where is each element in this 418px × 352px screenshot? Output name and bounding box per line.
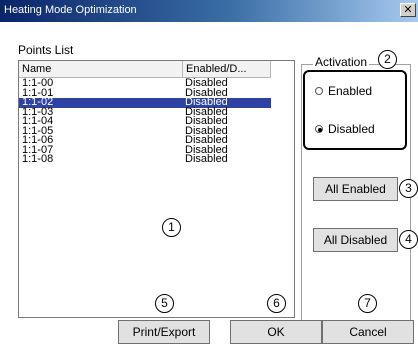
callout-5: 5 <box>155 294 174 313</box>
list-rows: 1:1-00 Disabled 1:1-01 Disabled 1:1-02 Disa… <box>19 78 271 165</box>
list-item-selected[interactable]: 1:1-02 Disabled <box>19 97 271 108</box>
ok-button[interactable]: OK <box>230 320 322 344</box>
row-status: Disabled <box>185 153 228 165</box>
window-title: Heating Mode Optimization <box>4 4 137 16</box>
activation-legend: Activation <box>313 55 370 69</box>
callout-1: 1 <box>162 218 181 237</box>
radio-circle-icon <box>315 87 323 95</box>
close-button[interactable]: ✕ <box>400 3 416 17</box>
column-header-enabled[interactable]: Enabled/D... <box>183 61 271 78</box>
all-disabled-button[interactable]: All Disabled <box>313 228 398 252</box>
list-item[interactable]: 1:1-05 Disabled <box>19 125 271 136</box>
list-item[interactable]: 1:1-08 Disabled <box>19 153 271 165</box>
list-item[interactable]: 1:1-06 Disabled <box>19 135 271 146</box>
list-item[interactable]: 1:1-07 Disabled <box>19 144 271 155</box>
all-enabled-button[interactable]: All Enabled <box>313 177 398 201</box>
print-export-button[interactable]: Print/Export <box>118 320 210 344</box>
column-header-name[interactable]: Name <box>19 61 183 78</box>
cancel-button[interactable]: Cancel <box>322 320 414 344</box>
row-name: 1:1-08 <box>22 153 54 165</box>
callout-4: 4 <box>399 230 418 249</box>
list-item[interactable]: 1:1-04 Disabled <box>19 116 271 127</box>
callout-2: 2 <box>378 50 397 69</box>
title-bar: Heating Mode Optimization ✕ <box>0 0 418 22</box>
activation-radio-box: Enabled Disabled <box>303 70 407 150</box>
callout-7: 7 <box>358 294 377 313</box>
points-list-label: Points List <box>18 43 74 57</box>
list-item[interactable]: 1:1-00 Disabled <box>19 78 271 89</box>
radio-disabled-label: Disabled <box>328 122 375 136</box>
radio-enabled[interactable]: Enabled <box>315 84 372 98</box>
radio-selected-icon <box>315 125 323 133</box>
radio-disabled[interactable]: Disabled <box>315 122 375 136</box>
radio-enabled-label: Enabled <box>328 84 373 98</box>
points-list[interactable]: Name Enabled/D... 1:1-00 Disabled 1:1-01 D… <box>18 60 295 318</box>
list-item[interactable]: 1:1-03 Disabled <box>19 106 271 117</box>
list-header: Name Enabled/D... <box>19 61 294 78</box>
callout-6: 6 <box>267 294 286 313</box>
callout-3: 3 <box>399 179 418 198</box>
list-item[interactable]: 1:1-01 Disabled <box>19 87 271 98</box>
